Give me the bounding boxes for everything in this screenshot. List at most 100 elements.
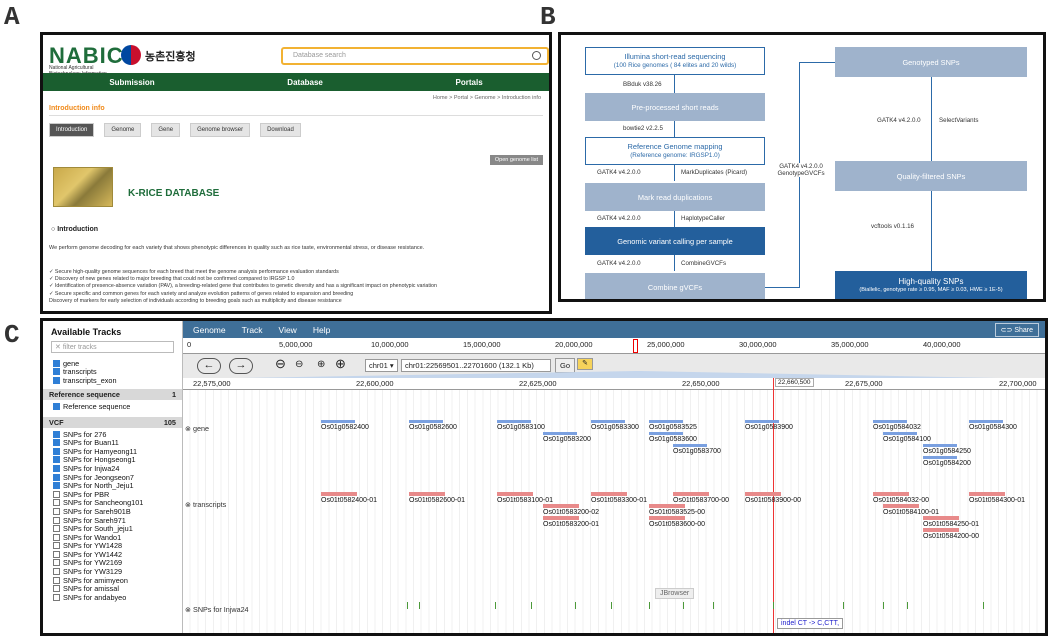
track-checkbox[interactable]: SNPs for YW2169: [43, 558, 182, 567]
menu-help[interactable]: Help: [313, 325, 330, 335]
track-checkbox[interactable]: SNPs for amimyeon: [43, 576, 182, 585]
menu-view[interactable]: View: [279, 325, 297, 335]
transcript-feature-label[interactable]: Os01t0583200-02: [543, 509, 599, 516]
checkbox-icon[interactable]: [53, 550, 60, 558]
transcript-feature-label[interactable]: Os01t0582600-01: [409, 497, 465, 504]
checkbox-icon[interactable]: [53, 568, 60, 576]
transcript-feature-label[interactable]: Os01t0583900-00: [745, 497, 801, 504]
tab-gene[interactable]: Gene: [151, 123, 181, 137]
transcript-feature-label[interactable]: Os01t0583300-01: [591, 497, 647, 504]
gene-feature-bar[interactable]: [591, 420, 625, 423]
gene-feature-bar[interactable]: [883, 432, 917, 435]
track-checkbox[interactable]: transcripts: [43, 367, 182, 376]
nav-submission[interactable]: Submission: [109, 78, 154, 87]
track-checkbox[interactable]: SNPs for Buan11: [43, 438, 182, 447]
transcript-feature-label[interactable]: Os01t0584032-00: [873, 497, 929, 504]
gene-feature-label[interactable]: Os01g0584032: [873, 424, 921, 431]
tab-genome[interactable]: Genome: [104, 123, 142, 137]
checkbox-icon[interactable]: [53, 542, 60, 550]
track-checkbox[interactable]: SNPs for Hongseong1: [43, 455, 182, 464]
checkbox-icon[interactable]: [53, 593, 60, 601]
gene-feature-label[interactable]: Os01g0582400: [321, 424, 369, 431]
gene-feature-bar[interactable]: [649, 420, 683, 423]
snp-marker[interactable]: [883, 602, 884, 609]
snp-marker[interactable]: [713, 602, 714, 609]
checkbox-icon[interactable]: [53, 585, 60, 593]
track-checkbox[interactable]: SNPs for amissal: [43, 584, 182, 593]
vcf-section-header[interactable]: VCF 105: [43, 416, 182, 428]
zoom-out-large-icon[interactable]: ⊖: [275, 356, 286, 372]
gene-feature-label[interactable]: Os01g0584250: [923, 448, 971, 455]
gene-feature-bar[interactable]: [873, 420, 907, 423]
transcript-feature-bar[interactable]: [873, 492, 909, 496]
gene-feature-label[interactable]: Os01g0583600: [649, 436, 697, 443]
snp-marker[interactable]: [843, 602, 844, 609]
transcript-feature-bar[interactable]: [497, 492, 533, 496]
track-area[interactable]: 22,660,500 ⊗ gene ⊗ transcripts ⊗ SNPs f…: [183, 378, 1045, 633]
transcript-feature-label[interactable]: Os01t0583100-01: [497, 497, 553, 504]
menu-track[interactable]: Track: [242, 325, 263, 335]
database-search-input[interactable]: Database search: [281, 47, 549, 65]
transcript-feature-label[interactable]: Os01t0582400-01: [321, 497, 377, 504]
gene-feature-label[interactable]: Os01g0583525: [649, 424, 697, 431]
gene-feature-label[interactable]: Os01g0583100: [497, 424, 545, 431]
transcript-feature-label[interactable]: Os01t0583600-00: [649, 521, 705, 528]
checkbox-icon[interactable]: [53, 464, 60, 472]
gene-feature-bar[interactable]: [409, 420, 443, 423]
tab-introduction[interactable]: Introduction: [49, 123, 95, 137]
gene-feature-bar[interactable]: [969, 420, 1003, 423]
gene-feature-bar[interactable]: [543, 432, 577, 435]
nav-portals[interactable]: Portals: [456, 78, 483, 87]
gene-feature-label[interactable]: Os01g0584200: [923, 460, 971, 467]
track-checkbox[interactable]: SNPs for 276: [43, 430, 182, 439]
gene-feature-bar[interactable]: [497, 420, 531, 423]
detail-scale-ruler[interactable]: 22,575,000 22,600,000 22,625,000 22,650,000…: [183, 378, 1045, 390]
track-checkbox[interactable]: SNPs for Sareh971: [43, 516, 182, 525]
filter-tracks-input[interactable]: ✕ filter tracks: [51, 341, 174, 353]
transcript-feature-bar[interactable]: [923, 528, 959, 532]
track-checkbox[interactable]: SNPs for Hamyeong11: [43, 447, 182, 456]
open-genome-list-button[interactable]: Open genome list: [489, 155, 543, 165]
checkbox-icon[interactable]: [53, 456, 60, 464]
transcript-feature-bar[interactable]: [649, 504, 685, 508]
transcript-feature-label[interactable]: Os01t0584250-01: [923, 521, 979, 528]
transcript-feature-bar[interactable]: [409, 492, 445, 496]
transcript-feature-label[interactable]: Os01t0584100-01: [883, 509, 939, 516]
transcript-feature-label[interactable]: Os01t0584200-00: [923, 533, 979, 540]
zoom-in-icon[interactable]: ⊕: [317, 359, 325, 370]
gene-feature-bar[interactable]: [673, 444, 707, 447]
track-checkbox[interactable]: SNPs for YW1428: [43, 541, 182, 550]
close-icon[interactable]: ⊗: [185, 424, 193, 433]
overview-highlight[interactable]: [633, 339, 638, 353]
transcript-feature-bar[interactable]: [883, 504, 919, 508]
transcript-feature-label[interactable]: Os01t0583200-01: [543, 521, 599, 528]
transcript-feature-label[interactable]: Os01t0583525-00: [649, 509, 705, 516]
track-checkbox[interactable]: SNPs for North_Jeju1: [43, 481, 182, 490]
gene-feature-bar[interactable]: [923, 444, 957, 447]
snp-marker[interactable]: [495, 602, 496, 609]
snp-marker[interactable]: [407, 602, 408, 609]
gene-feature-label[interactable]: Os01g0583900: [745, 424, 793, 431]
checkbox-icon[interactable]: [53, 359, 60, 367]
checkbox-icon[interactable]: [53, 516, 60, 524]
gene-feature-bar[interactable]: [745, 420, 779, 423]
track-checkbox[interactable]: SNPs for Wando1: [43, 533, 182, 542]
checkbox-icon[interactable]: [53, 507, 60, 515]
snp-marker[interactable]: [531, 602, 532, 609]
gene-feature-label[interactable]: Os01g0583700: [673, 448, 721, 455]
track-checkbox[interactable]: transcripts_exon: [43, 376, 182, 385]
checkbox-icon[interactable]: [53, 368, 60, 376]
close-icon[interactable]: ⊗: [185, 605, 193, 614]
close-icon[interactable]: ✕: [55, 344, 63, 351]
gene-feature-bar[interactable]: [923, 456, 957, 459]
gene-feature-label[interactable]: Os01g0583300: [591, 424, 639, 431]
tab-genome-browser[interactable]: Genome browser: [190, 123, 251, 137]
reference-section-header[interactable]: Reference sequence 1: [43, 388, 182, 400]
track-checkbox[interactable]: SNPs for YW3129: [43, 567, 182, 576]
transcript-feature-label[interactable]: Os01t0584300-01: [969, 497, 1025, 504]
checkbox-icon[interactable]: [53, 447, 60, 455]
gene-feature-label[interactable]: Os01g0584300: [969, 424, 1017, 431]
menu-genome[interactable]: Genome: [193, 325, 226, 335]
snp-marker[interactable]: [611, 602, 612, 609]
chromosome-overview-ruler[interactable]: 0 5,000,000 10,000,000 15,000,000 20,000,000…: [183, 338, 1045, 354]
